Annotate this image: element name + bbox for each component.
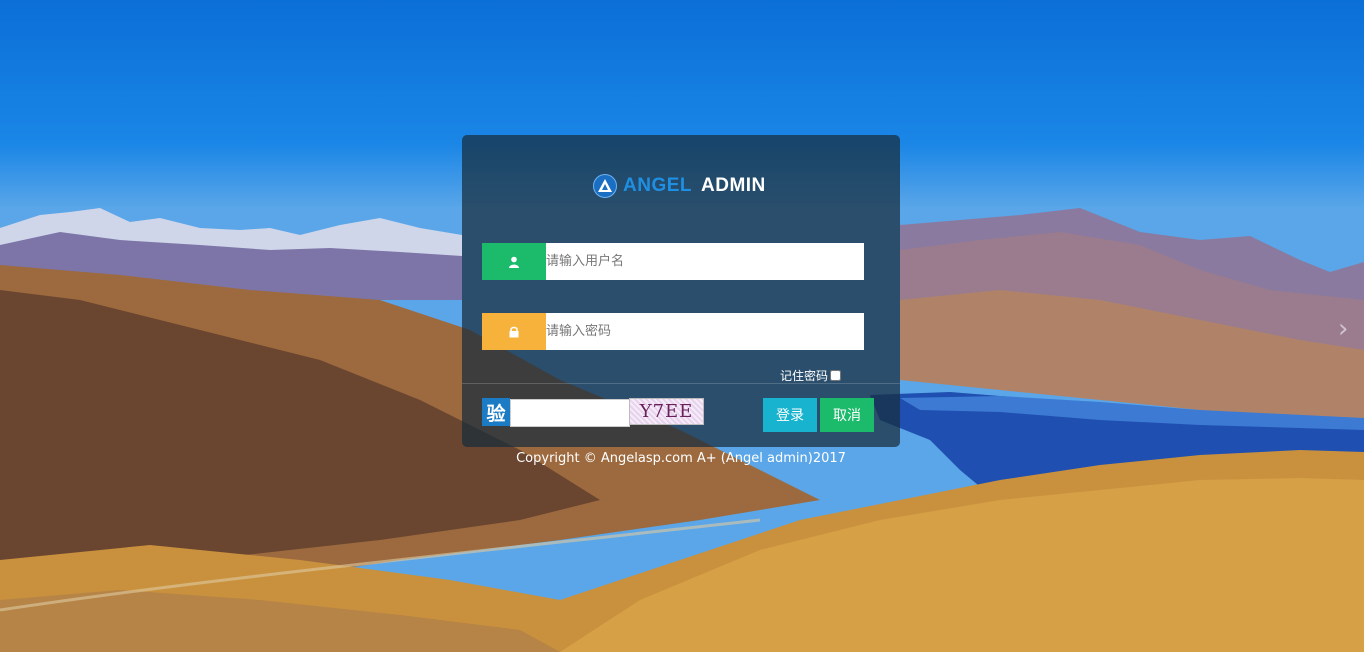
user-icon [482, 243, 546, 280]
password-input[interactable] [546, 313, 864, 350]
logo-brand-admin: ADMIN [701, 175, 766, 196]
angel-logo-icon [593, 174, 617, 198]
logo-brand-angel: ANGEL [623, 175, 692, 196]
username-input[interactable] [546, 243, 864, 280]
copyright-text: Copyright © Angelasp.com A+ (Angel admin… [516, 451, 846, 466]
login-button[interactable]: 登录 [763, 398, 817, 432]
captcha-image[interactable]: Y7EE [629, 398, 704, 425]
captcha-input[interactable] [510, 399, 630, 427]
captcha-label: 验 [482, 398, 510, 426]
next-slide-icon[interactable]: › [1338, 314, 1352, 344]
remember-password-label: 记住密码 [780, 369, 829, 383]
lock-icon [482, 313, 546, 350]
remember-password-checkbox[interactable] [830, 370, 842, 381]
remember-password[interactable]: 记住密码 [780, 367, 842, 384]
username-field [482, 243, 864, 280]
cancel-button[interactable]: 取消 [820, 398, 874, 432]
login-panel: ANGEL ADMIN 记住密码 验 Y7EE 登录 取消 [462, 135, 900, 447]
logo: ANGEL ADMIN [593, 173, 766, 199]
divider [462, 383, 900, 384]
password-field [482, 313, 864, 350]
